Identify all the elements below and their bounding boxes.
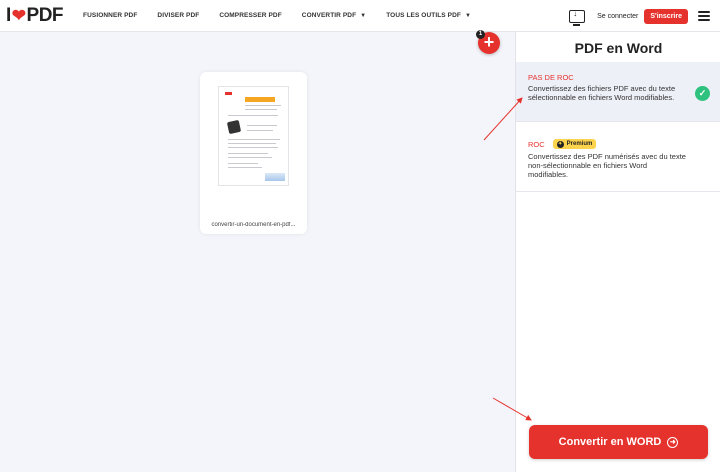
thumb-line <box>228 153 268 155</box>
option-title-row: ROC ✦ Premium <box>528 139 597 149</box>
check-icon: ✓ <box>695 86 710 101</box>
top-header: I ❤ PDF FUSIONNER PDF DIVISER PDF COMPRE… <box>0 0 720 32</box>
logo-text-left: I <box>6 4 11 26</box>
nav-label: DIVISER PDF <box>157 12 200 19</box>
convert-label: Convertir en WORD <box>558 436 662 448</box>
thumb-line <box>247 125 277 127</box>
nav-fusionner[interactable]: FUSIONNER PDF <box>83 12 137 19</box>
logo-text-right: PDF <box>26 4 64 26</box>
file-workspace: convertir-un-document-en-pdf... <box>0 32 515 472</box>
thumb-line <box>245 109 277 111</box>
arrow-right-circle-icon: ➜ <box>667 436 679 448</box>
option-title: PAS DE ROC <box>528 73 574 82</box>
thumb-line <box>247 130 273 132</box>
file-card[interactable]: convertir-un-document-en-pdf... <box>200 72 307 234</box>
header-actions: Se connecter S'inscrire <box>569 0 710 32</box>
nav-compresser[interactable]: COMPRESSER PDF <box>219 12 281 19</box>
thumb-image <box>226 119 242 135</box>
premium-badge: ✦ Premium <box>552 139 597 149</box>
thumb-line <box>228 147 278 149</box>
thumb-chart <box>265 173 285 181</box>
signup-button[interactable]: S'inscrire <box>644 8 688 24</box>
option-ocr[interactable]: ROC ✦ Premium Convertissez des PDF numéri… <box>516 122 720 192</box>
hamburger-menu-icon[interactable] <box>698 11 710 21</box>
nav-label: CONVERTIR PDF <box>301 12 357 19</box>
option-description: Convertissez des fichiers PDF avec du te… <box>528 84 676 102</box>
ilovepdf-logo[interactable]: I ❤ PDF <box>6 0 64 32</box>
nav-label: FUSIONNER PDF <box>83 12 138 19</box>
option-title: ROC <box>528 139 545 149</box>
premium-icon: ✦ <box>556 140 564 148</box>
thumb-line <box>228 143 276 145</box>
file-thumbnail <box>218 86 289 186</box>
thumb-line <box>228 163 258 165</box>
login-link[interactable]: Se connecter <box>597 13 638 20</box>
monitor-download-icon[interactable] <box>569 9 586 26</box>
nav-tous-les-outils[interactable]: TOUS LES OUTILS PDF ▼ <box>386 12 471 19</box>
premium-label: Premium <box>566 141 593 147</box>
caret-down-icon: ▼ <box>360 12 367 19</box>
file-count-badge: 1 <box>476 30 485 39</box>
sidebar-title: PDF en Word <box>574 40 663 56</box>
caret-down-icon: ▼ <box>464 12 471 19</box>
heart-icon: ❤ <box>11 5 26 25</box>
nav-convertir[interactable]: CONVERTIR PDF ▼ <box>302 12 366 19</box>
plus-icon: + <box>483 32 495 52</box>
options-sidebar: PDF en Word PAS DE ROC Convertissez des … <box>515 32 720 472</box>
option-no-ocr[interactable]: PAS DE ROC Convertissez des fichiers PDF… <box>516 62 720 122</box>
file-name: convertir-un-document-en-pdf... <box>211 222 296 228</box>
nav-label: TOUS LES OUTILS PDF <box>386 12 461 19</box>
thumb-line <box>228 115 278 117</box>
thumb-heading <box>245 97 275 102</box>
thumb-line <box>228 167 262 169</box>
nav-diviser[interactable]: DIVISER PDF <box>157 12 199 19</box>
thumb-line <box>228 157 272 159</box>
option-description: Convertissez des PDF numérisés avec du t… <box>528 152 686 179</box>
main-nav: FUSIONNER PDF DIVISER PDF COMPRESSER PDF… <box>83 12 491 19</box>
convert-button[interactable]: Convertir en WORD ➜ <box>529 425 708 459</box>
thumb-line <box>228 139 280 141</box>
thumb-line <box>245 105 281 107</box>
nav-label: COMPRESSER PDF <box>219 12 282 19</box>
thumb-logo <box>225 92 232 95</box>
